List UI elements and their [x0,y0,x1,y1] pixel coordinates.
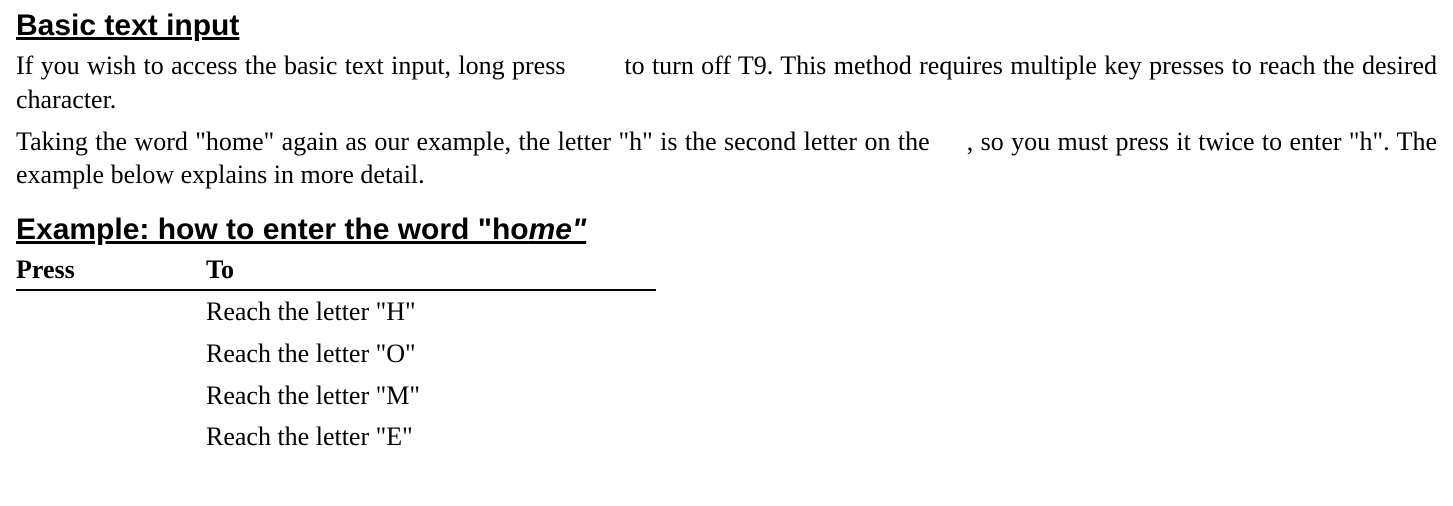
table-row: Reach the letter "H" [16,290,656,333]
cell-to: Reach the letter "E" [206,416,656,458]
cell-to: Reach the letter "O" [206,333,656,375]
table-row: Reach the letter "E" [16,416,656,458]
cell-press [16,416,206,458]
example-table: Press To Reach the letter "H" Reach the … [16,251,656,458]
table-header-to: To [206,251,656,290]
cell-press [16,375,206,417]
example-heading-italic: me" [529,213,587,246]
key-placeholder-2 [937,127,959,156]
example-heading-prefix: Example: how to enter the word "ho [16,213,529,246]
paragraph-2-part-a: Taking the word "home" again as our exam… [16,127,937,156]
cell-to: Reach the letter "M" [206,375,656,417]
table-row: Reach the letter "M" [16,375,656,417]
cell-press [16,290,206,333]
cell-press [16,333,206,375]
section-heading: Basic text input [16,6,1437,45]
key-placeholder-1 [573,51,617,80]
table-row: Reach the letter "O" [16,333,656,375]
paragraph-1-part-a: If you wish to access the basic text inp… [16,51,573,80]
example-heading: Example: how to enter the word "home" [16,210,1437,249]
paragraph-1: If you wish to access the basic text inp… [16,49,1437,117]
paragraph-2: Taking the word "home" again as our exam… [16,125,1437,193]
table-header-press: Press [16,251,206,290]
cell-to: Reach the letter "H" [206,290,656,333]
